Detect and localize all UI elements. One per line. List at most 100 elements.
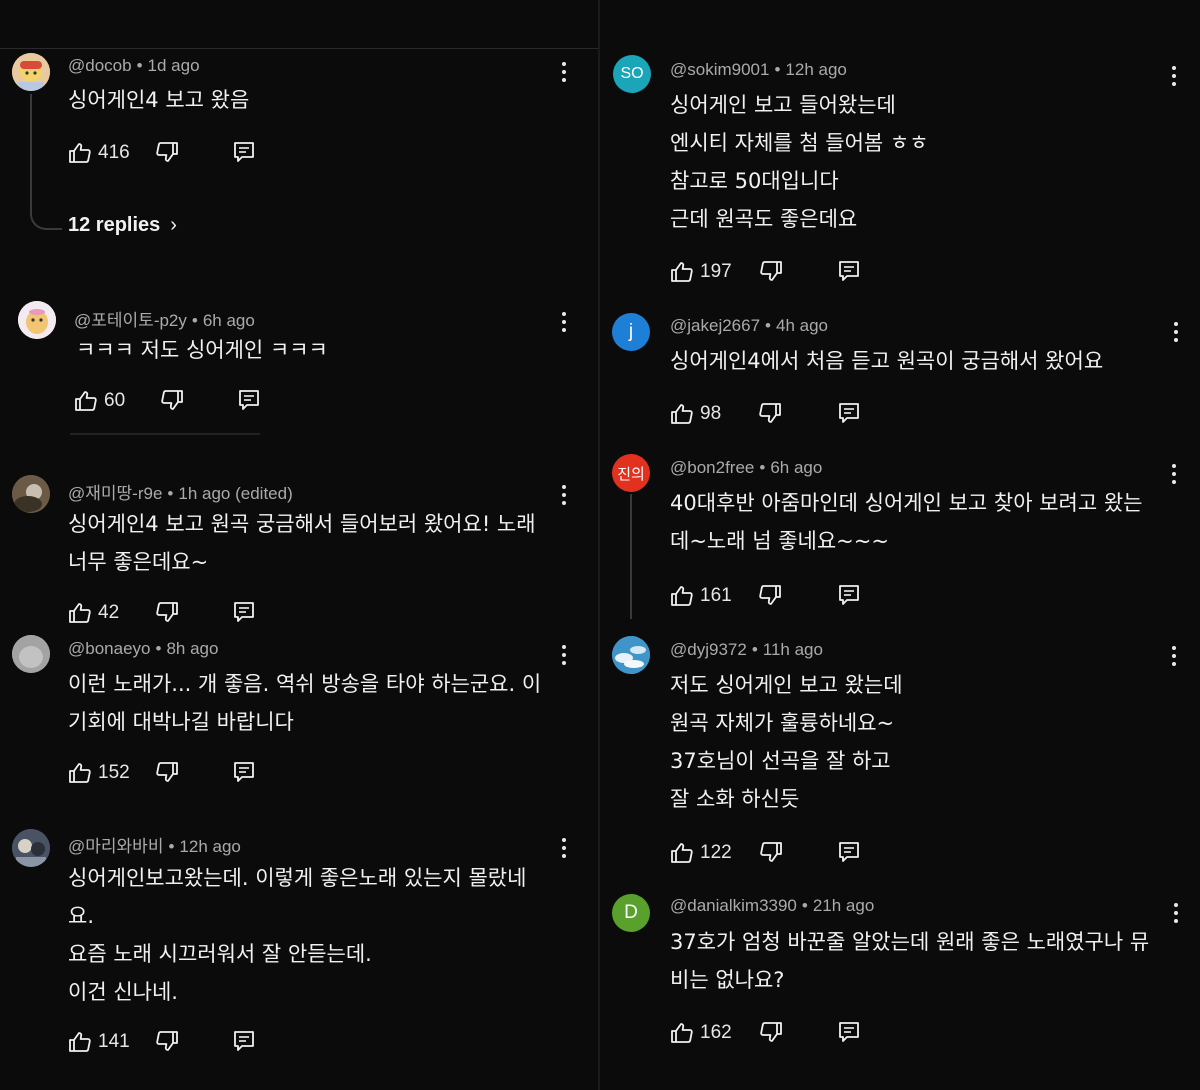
like-button[interactable]: 98 — [670, 402, 721, 426]
comment-text: 40대후반 아줌마인데 싱어게인 보고 찾아 보려고 왔는 데~노래 넘 좋네요… — [670, 491, 1143, 553]
comment: @재미땅-r9e • 1h ago (edited) 싱어게인4 보고 원곡 궁금해… — [0, 465, 598, 630]
comment-text: 이런 노래가... 개 좋음. 역쉬 방송을 타야 하는군요. 이 기회에 대박… — [68, 672, 542, 734]
dislike-button[interactable] — [155, 600, 179, 624]
thread-line — [30, 94, 32, 204]
reply-button[interactable] — [233, 600, 255, 624]
like-count: 141 — [98, 1031, 130, 1052]
reply-icon — [234, 602, 254, 622]
comment-author[interactable]: @sokim9001 — [670, 60, 769, 79]
reply-button[interactable] — [838, 401, 860, 425]
comment-meta: @jakej2667 • 4h ago — [670, 316, 828, 335]
comment-author[interactable]: @dyj9372 — [670, 640, 747, 659]
reply-icon — [234, 762, 254, 782]
avatar[interactable] — [12, 53, 50, 91]
avatar[interactable] — [18, 301, 56, 339]
left-comments-column: @docob • 1d ago 싱어게인4 보고 왔음 416 12 replies… — [0, 0, 598, 1090]
like-button[interactable]: 161 — [670, 584, 732, 608]
avatar[interactable] — [12, 829, 50, 867]
dislike-button[interactable] — [759, 1020, 783, 1044]
comment: @bonaeyo • 8h ago 이런 노래가... 개 좋음. 역쉬 방송을 타… — [0, 625, 598, 795]
avatar[interactable]: D — [612, 894, 650, 932]
comment-actions: 162 — [670, 1018, 870, 1048]
avatar[interactable]: j — [612, 313, 650, 351]
comment-author[interactable]: @bon2free — [670, 458, 754, 477]
comment-time: 11h ago — [762, 640, 823, 659]
comment-actions: 60 — [74, 386, 274, 416]
thumbs-up-icon — [671, 843, 693, 863]
avatar-image — [18, 301, 56, 339]
like-button[interactable]: 162 — [670, 1021, 732, 1045]
dislike-button[interactable] — [759, 259, 783, 283]
like-count: 197 — [700, 261, 732, 282]
comment-meta: @bonaeyo • 8h ago — [68, 639, 219, 658]
comment-text: 싱어게인보고왔는데. 이렇게 좋은노래 있는지 몰랐네 요. 요즘 노래 시끄러… — [68, 866, 527, 1004]
comment-time: 8h ago — [166, 639, 219, 658]
comment-author[interactable]: @포테이토-p2y — [74, 311, 187, 330]
dislike-button[interactable] — [759, 840, 783, 864]
avatar-image — [12, 53, 50, 91]
comment-time: 1h ago (edited) — [178, 484, 293, 503]
comment-time: 4h ago — [776, 316, 828, 335]
like-button[interactable]: 152 — [68, 761, 130, 785]
more-options-icon[interactable] — [559, 312, 569, 336]
like-button[interactable]: 197 — [670, 260, 732, 284]
reply-icon — [839, 842, 859, 862]
thread-connector — [30, 196, 62, 230]
avatar[interactable] — [12, 475, 50, 513]
comment-author[interactable]: @재미땅-r9e — [68, 484, 162, 503]
avatar[interactable] — [12, 635, 50, 673]
like-count: 98 — [700, 403, 722, 424]
thumbs-down-icon — [156, 1031, 178, 1051]
thumbs-down-icon — [161, 390, 183, 410]
like-count: 122 — [700, 842, 732, 863]
dislike-button[interactable] — [155, 140, 179, 164]
avatar-initials: D — [624, 902, 638, 923]
dislike-button[interactable] — [155, 1029, 179, 1053]
like-button[interactable]: 416 — [68, 141, 130, 165]
comment-meta: @danialkim3390 • 21h ago — [670, 896, 875, 915]
like-button[interactable]: 122 — [670, 841, 732, 865]
reply-button[interactable] — [838, 840, 860, 864]
reply-button[interactable] — [233, 140, 255, 164]
reply-button[interactable] — [838, 583, 860, 607]
comment-text: 싱어게인4 보고 원곡 궁금해서 들어보러 왔어요! 노래 너무 좋은데요~ — [68, 512, 536, 574]
avatar-image — [12, 475, 50, 513]
comment-author[interactable]: @danialkim3390 — [670, 896, 797, 915]
reply-button[interactable] — [238, 388, 260, 412]
dislike-button[interactable] — [155, 760, 179, 784]
reply-icon — [839, 585, 859, 605]
reply-button[interactable] — [838, 259, 860, 283]
reply-button[interactable] — [233, 1029, 255, 1053]
dislike-button[interactable] — [758, 401, 782, 425]
like-count: 152 — [98, 762, 130, 783]
comment-author[interactable]: @bonaeyo — [68, 639, 151, 658]
like-button[interactable]: 141 — [68, 1030, 130, 1054]
thumbs-up-icon — [671, 1023, 693, 1043]
comment: 진의 @bon2free • 6h ago 40대후반 아줌마인데 싱어게인 보고 … — [600, 450, 1200, 625]
like-button[interactable]: 42 — [68, 601, 119, 625]
thumbs-up-icon — [69, 603, 91, 623]
like-count: 161 — [700, 585, 732, 606]
comment-actions: 161 — [670, 581, 870, 611]
thread-line — [630, 494, 632, 619]
reply-button[interactable] — [838, 1020, 860, 1044]
comment-meta: @bon2free • 6h ago — [670, 458, 823, 477]
comment-actions: 152 — [68, 758, 268, 788]
comment-time: 1d ago — [147, 56, 200, 75]
reply-icon — [234, 142, 254, 162]
reply-button[interactable] — [233, 760, 255, 784]
like-count: 42 — [98, 602, 120, 623]
comment-actions: 141 — [68, 1027, 268, 1057]
comment-time: 12h ago — [179, 837, 241, 856]
comment-meta: @재미땅-r9e • 1h ago (edited) — [68, 484, 293, 503]
comment-author[interactable]: @docob — [68, 56, 132, 75]
view-replies-button[interactable]: 12 replies › — [68, 214, 177, 237]
avatar[interactable] — [612, 636, 650, 674]
avatar[interactable]: 진의 — [612, 454, 650, 492]
like-button[interactable]: 60 — [74, 389, 125, 413]
avatar[interactable]: SO — [613, 55, 651, 93]
comment-author[interactable]: @jakej2667 — [670, 316, 760, 335]
dislike-button[interactable] — [758, 583, 782, 607]
dislike-button[interactable] — [160, 388, 184, 412]
comment-author[interactable]: @마리와바비 — [68, 837, 163, 856]
